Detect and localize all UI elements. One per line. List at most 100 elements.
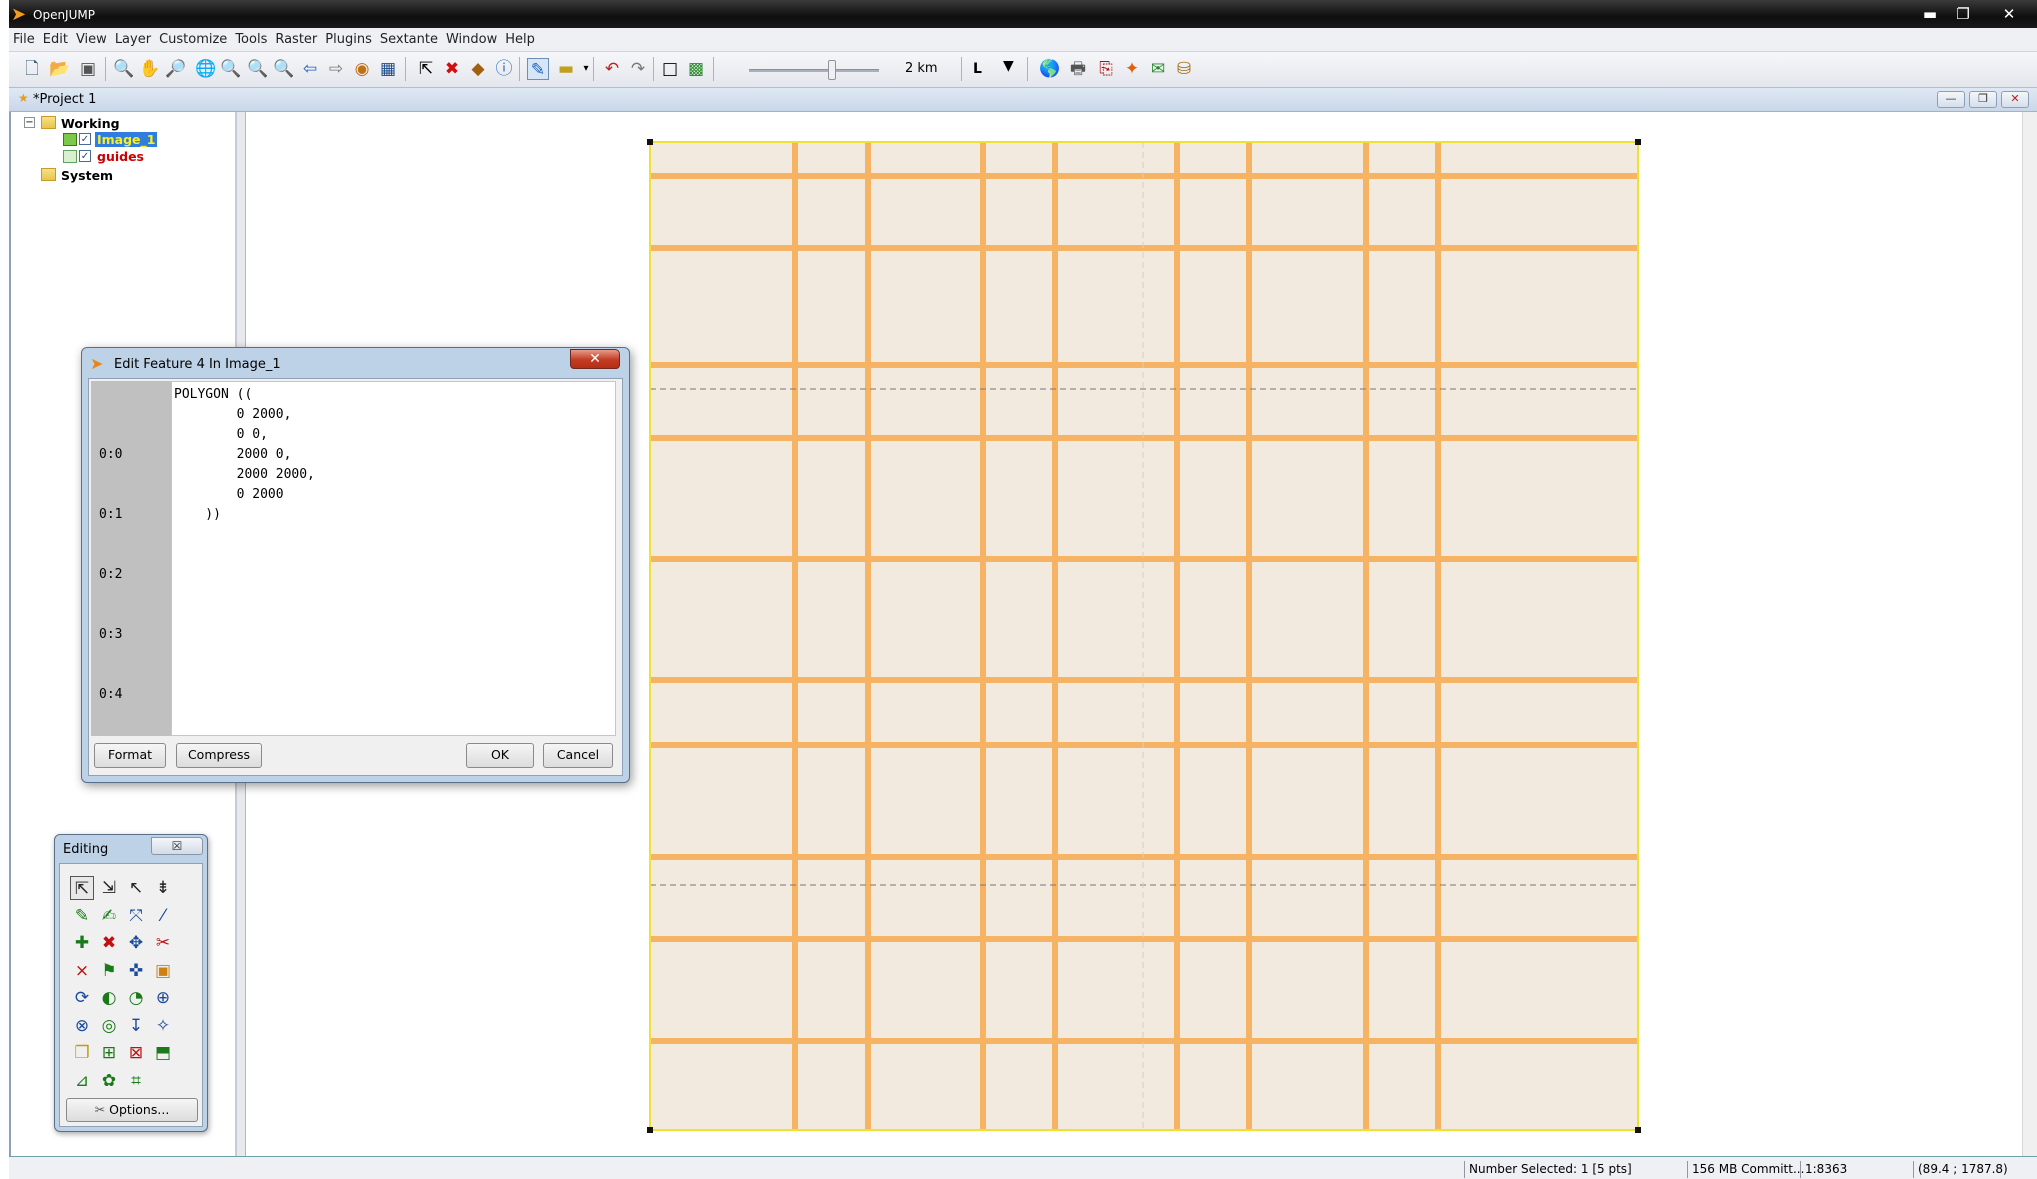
cancel-button[interactable]: Cancel xyxy=(543,743,613,768)
zoom-area-icon[interactable]: 🔍 xyxy=(113,58,135,80)
move-icon[interactable]: ✜ xyxy=(124,959,148,983)
save-icon[interactable]: ▣ xyxy=(77,58,99,80)
extract-icon[interactable]: ⊠ xyxy=(124,1041,148,1065)
add-vertex-icon[interactable]: ✚ xyxy=(70,931,94,955)
zoom-previous-icon[interactable]: ⇦ xyxy=(299,58,321,80)
selection-handle[interactable] xyxy=(1635,1127,1641,1133)
rotate-handle-icon[interactable]: ◐ xyxy=(97,986,121,1010)
style-icon[interactable]: ✦ xyxy=(1121,58,1143,80)
select-parts-icon[interactable]: ⇲ xyxy=(97,876,121,900)
menu-plugins[interactable]: Plugins xyxy=(321,28,376,52)
note-icon[interactable]: ⬒ xyxy=(151,1041,175,1065)
draw-rectangle-icon[interactable]: ✍ xyxy=(97,904,121,928)
tree-group-working[interactable]: Working xyxy=(61,116,120,131)
layer-selector[interactable]: L xyxy=(973,61,982,77)
options-button[interactable]: ✂ Options... xyxy=(66,1098,198,1122)
open-folder-icon[interactable]: 📂 xyxy=(49,58,71,80)
selection-handle[interactable] xyxy=(1635,139,1641,145)
delete-vertex-icon[interactable]: ✖ xyxy=(97,931,121,955)
grid-icon[interactable]: ⌗ xyxy=(124,1069,148,1093)
format-button[interactable]: Format xyxy=(94,743,166,768)
vertex-mode-icon[interactable]: ⊞ xyxy=(97,1041,121,1065)
map-scrollbar[interactable] xyxy=(2022,112,2037,1156)
merge-icon[interactable]: ⚑ xyxy=(97,959,121,983)
print-icon[interactable]: 🖶 xyxy=(1067,58,1089,80)
rotate-icon[interactable]: ▣ xyxy=(151,959,175,983)
measure-ruler-icon[interactable]: ▬ xyxy=(555,58,577,80)
menu-sextante[interactable]: Sextante xyxy=(376,28,442,52)
wkt-text[interactable]: POLYGON (( 0 2000, 0 0, 2000 0, 2000 200… xyxy=(174,385,315,525)
layer-edit-icon[interactable]: ⊿ xyxy=(70,1069,94,1093)
wfs-icon[interactable]: ✉ xyxy=(1147,58,1169,80)
zoom-full-extent-icon[interactable]: 🌐 xyxy=(195,58,217,80)
menu-window[interactable]: Window xyxy=(442,28,501,52)
menu-tools[interactable]: Tools xyxy=(231,28,271,52)
project-close-button[interactable]: ✕ xyxy=(2001,91,2029,108)
menu-raster[interactable]: Raster xyxy=(271,28,321,52)
copy-icon[interactable]: ✧ xyxy=(151,1014,175,1038)
menu-layer[interactable]: Layer xyxy=(111,28,155,52)
union-icon[interactable]: ⊕ xyxy=(151,986,175,1010)
delete-icon[interactable]: ✖ xyxy=(441,58,463,80)
measure-icon[interactable]: ↧ xyxy=(124,1014,148,1038)
zoom-to-fence-icon[interactable]: ◉ xyxy=(351,58,373,80)
fence-icon[interactable]: □ xyxy=(659,58,681,80)
wms-icon[interactable]: ▩ xyxy=(685,58,707,80)
editing-close-button[interactable]: ☒ xyxy=(151,837,203,855)
move-vertex-icon[interactable]: ✥ xyxy=(124,931,148,955)
select-linestrings-icon[interactable]: ↖ xyxy=(124,876,148,900)
ok-button[interactable]: OK xyxy=(466,743,534,768)
layer-visibility-checkbox[interactable]: ✓ xyxy=(79,133,91,145)
snap-icon[interactable]: ⤧ xyxy=(124,904,148,928)
menu-help[interactable]: Help xyxy=(501,28,539,52)
tree-group-system[interactable]: System xyxy=(61,168,113,183)
zoom-slider-thumb[interactable] xyxy=(828,60,836,80)
select-features-icon[interactable]: ⇱ xyxy=(70,876,94,900)
database-icon[interactable]: ⛁ xyxy=(1173,58,1195,80)
minimize-button[interactable]: ▬ xyxy=(1915,4,1945,24)
scale-icon[interactable]: ⟳ xyxy=(70,986,94,1010)
dialog-close-button[interactable]: ✕ xyxy=(570,349,620,369)
restore-button[interactable]: ❐ xyxy=(1948,4,1978,24)
zoom-in-icon[interactable]: 🔍 xyxy=(220,58,242,80)
copy-to-layer-icon[interactable]: ◆ xyxy=(467,58,489,80)
project-restore-button[interactable]: ❐ xyxy=(1969,91,1997,108)
buffer-icon[interactable]: ◔ xyxy=(124,986,148,1010)
tree-layer-image-1[interactable]: Image_1 xyxy=(95,132,158,147)
polygon-feature[interactable] xyxy=(650,142,1638,1130)
close-button[interactable]: ✕ xyxy=(1994,4,2024,24)
cut-icon[interactable]: ⨯ xyxy=(70,959,94,983)
intersect-icon[interactable]: ⊗ xyxy=(70,1014,94,1038)
zoom-next-icon[interactable]: ⇨ xyxy=(325,58,347,80)
project-minimize-button[interactable]: — xyxy=(1937,91,1965,108)
zoom-to-grid-icon[interactable]: ▦ xyxy=(377,58,399,80)
zoom-slider-track[interactable] xyxy=(749,69,879,72)
layer-visibility-checkbox[interactable]: ✓ xyxy=(79,150,91,162)
tree-collapse-icon[interactable]: − xyxy=(24,117,35,128)
draw-polygon-icon[interactable]: ✎ xyxy=(70,904,94,928)
pan-hand-icon[interactable]: ✋ xyxy=(139,58,161,80)
menu-edit[interactable]: Edit xyxy=(39,28,72,52)
memory-status[interactable]: 156 MB Committ... xyxy=(1687,1161,1804,1178)
redo-icon[interactable]: ↷ xyxy=(627,58,649,80)
draw-line-icon[interactable]: ⁄ xyxy=(151,904,175,928)
new-project-icon[interactable]: 🗋 xyxy=(21,58,43,80)
paste-icon[interactable]: ❐ xyxy=(70,1041,94,1065)
difference-icon[interactable]: ◎ xyxy=(97,1014,121,1038)
wkt-editor[interactable]: POLYGON (( 0 2000, 0 0, 2000 0, 2000 200… xyxy=(171,381,616,736)
menu-file[interactable]: File xyxy=(9,28,39,52)
zoom-out-icon[interactable]: 🔍 xyxy=(247,58,269,80)
edit-toggle-icon[interactable]: ✎ xyxy=(527,58,549,80)
info-icon[interactable]: ⓘ xyxy=(493,58,515,80)
split-icon[interactable]: ✂ xyxy=(151,931,175,955)
zoom-to-selected-icon[interactable]: 🔍 xyxy=(273,58,295,80)
select-multiple-icon[interactable]: ⇟ xyxy=(151,876,175,900)
export-icon[interactable]: ⎘ xyxy=(1095,58,1117,80)
selection-handle[interactable] xyxy=(647,1127,653,1133)
selection-handle[interactable] xyxy=(647,139,653,145)
crop-icon[interactable]: ✿ xyxy=(97,1069,121,1093)
compress-button[interactable]: Compress xyxy=(176,743,262,768)
menu-view[interactable]: View xyxy=(72,28,111,52)
undo-icon[interactable]: ↶ xyxy=(601,58,623,80)
zoom-realtime-icon[interactable]: 🔎 xyxy=(165,58,187,80)
